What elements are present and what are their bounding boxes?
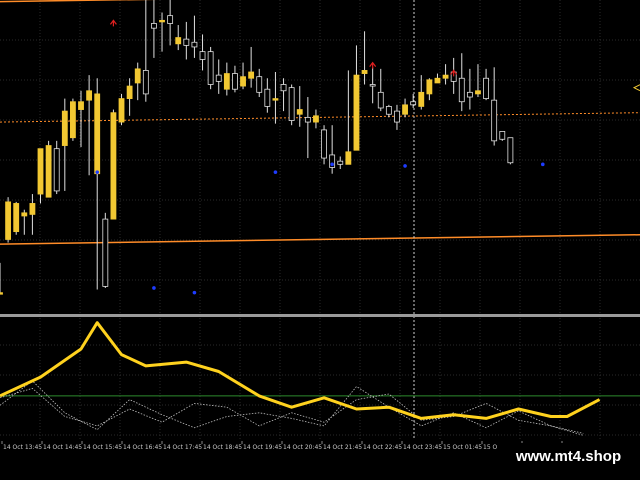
bullish-candle — [0, 292, 3, 295]
bullish-candle — [37, 148, 44, 195]
trading-chart[interactable]: 14 Oct 13:45 14 Oct 14:45 14 Oct 15:45 14 O… — [0, 0, 640, 480]
bullish-candle — [353, 74, 360, 151]
time-axis-label: 14 Oct 14:45 — [43, 444, 82, 451]
fractal-markers — [95, 19, 545, 295]
bullish-candle — [110, 112, 117, 220]
bullish-candle — [94, 93, 101, 175]
time-axis-label: 14 Oct 16:45 — [123, 444, 162, 451]
watermark-label: www.mt4.shop — [497, 443, 640, 480]
bearish-candle — [199, 51, 206, 60]
bullish-candle — [248, 71, 255, 79]
oscillator-main-line — [0, 321, 601, 420]
bearish-candle — [337, 160, 344, 165]
time-axis-label: 15 Oct 01:45 — [443, 444, 482, 451]
bullish-candle — [5, 201, 12, 240]
bearish-candle — [256, 76, 263, 93]
fractal-down-dot — [192, 290, 197, 295]
fractal-down-dot — [540, 162, 545, 167]
bullish-candle — [29, 203, 36, 215]
chart-grid — [0, 0, 640, 440]
bullish-candle — [345, 151, 352, 165]
bearish-candle — [507, 137, 514, 164]
bearish-candle — [215, 74, 222, 82]
bullish-candle — [272, 98, 279, 101]
bullish-candle — [70, 101, 76, 139]
channel-lower-line — [0, 234, 640, 245]
bullish-candle — [21, 212, 28, 217]
bullish-candle — [61, 110, 68, 146]
indicator-separator[interactable] — [0, 314, 640, 317]
bearish-candle — [499, 131, 506, 140]
bullish-candle — [134, 68, 141, 84]
candlestick-series — [0, 0, 514, 295]
bullish-candle — [442, 74, 449, 79]
bearish-candle — [142, 70, 149, 95]
bearish-candle — [377, 91, 384, 109]
bearish-candle — [385, 106, 392, 115]
bearish-candle — [369, 84, 376, 87]
bearish-candle — [491, 99, 498, 142]
fractal-down-dot — [330, 162, 334, 167]
fractal-down-dot — [273, 170, 278, 174]
bullish-candle — [159, 19, 165, 23]
fractal-up-arrow — [369, 61, 377, 69]
bullish-candle — [313, 115, 319, 123]
bearish-candle — [321, 129, 327, 159]
bearish-candle — [288, 87, 295, 121]
bearish-candle — [151, 23, 157, 29]
time-axis-label: 14 Oct 22:45 — [363, 444, 402, 451]
bullish-candle — [45, 145, 52, 198]
time-axis-label: 14 Oct 23:45 — [403, 444, 442, 451]
bearish-candle — [394, 110, 400, 123]
bearish-candle — [466, 91, 473, 98]
time-axis-label: 14 Oct 18:45 — [203, 444, 242, 451]
time-axis-label: 14 Oct 20:45 — [283, 444, 322, 451]
bearish-candle — [167, 15, 174, 24]
bearish-candle — [280, 84, 287, 92]
bearish-candle — [207, 51, 214, 85]
time-axis-label: 14 Oct 17:45 — [163, 444, 202, 451]
bullish-candle — [78, 101, 84, 110]
bullish-candle — [426, 79, 433, 95]
bearish-candle — [102, 218, 109, 287]
time-axis-label: 14 Oct 21:45 — [323, 444, 362, 451]
time-axis-label: 14 Oct 13:45 — [3, 444, 42, 451]
bullish-candle — [86, 90, 93, 101]
bullish-candle — [475, 90, 481, 95]
bullish-candle — [296, 109, 303, 115]
bearish-candle — [410, 101, 417, 106]
time-axis-label: 14 Oct 19:45 — [243, 444, 282, 451]
bullish-candle — [118, 98, 125, 123]
fractal-up-arrow — [109, 19, 117, 27]
bullish-candle — [361, 70, 368, 74]
oscillator-signal-line — [0, 387, 584, 434]
bullish-candle — [418, 91, 425, 107]
bullish-candle — [434, 77, 441, 84]
fractal-down-dot — [152, 286, 156, 290]
bearish-candle — [53, 148, 60, 192]
fractal-down-dot — [95, 170, 100, 174]
current-price-marker — [632, 84, 640, 92]
bullish-candle — [175, 37, 182, 45]
price-arrow — [632, 84, 640, 92]
bullish-candle — [223, 73, 230, 90]
time-axis-label: 14 Oct 15:45 — [83, 444, 122, 451]
bearish-candle — [264, 88, 271, 107]
bullish-candle — [240, 76, 246, 87]
bullish-candle — [126, 85, 133, 99]
bearish-candle — [304, 116, 311, 123]
bullish-candle — [402, 104, 408, 115]
bearish-candle — [183, 38, 190, 46]
bearish-candle — [191, 41, 198, 48]
bearish-candle — [232, 73, 238, 90]
fractal-down-dot — [403, 164, 407, 168]
bullish-candle — [13, 203, 20, 233]
bearish-candle — [458, 77, 465, 103]
bearish-candle — [483, 77, 489, 99]
